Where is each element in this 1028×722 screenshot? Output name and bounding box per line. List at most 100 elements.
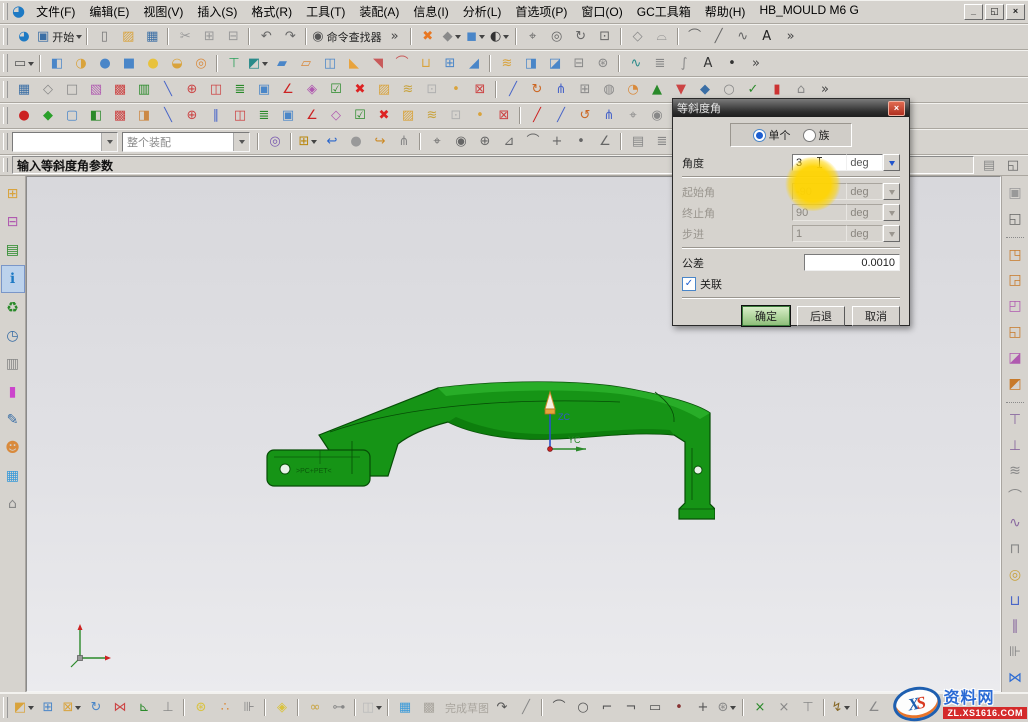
snap-angle-button[interactable]: ⊿ <box>497 131 521 152</box>
circle-button[interactable]: ○ <box>717 79 741 100</box>
menu-preferences[interactable]: 首选项(P) <box>508 1 574 22</box>
list-button[interactable]: ≣ <box>252 105 276 126</box>
menu-help[interactable]: 帮助(H) <box>698 1 753 22</box>
bounded-button[interactable]: ▣ <box>252 79 276 100</box>
visualization-tab[interactable]: ▮ <box>2 379 24 405</box>
snap-plus-button[interactable]: + <box>545 131 569 152</box>
snap-point-button[interactable]: • <box>569 131 593 152</box>
quick-extend-button[interactable]: × <box>772 697 796 718</box>
home-button[interactable]: ⌂ <box>789 79 813 100</box>
studio-spline-button[interactable]: ↷ <box>490 697 514 718</box>
angle-input[interactable]: 3 <box>792 154 847 171</box>
perpendicular-button[interactable]: ⊥ <box>156 697 180 718</box>
wave-geometry-button[interactable]: ⊶ <box>327 697 351 718</box>
chamfer-button[interactable]: ◥ <box>366 53 390 74</box>
copy-button[interactable]: ⊞ <box>197 26 221 47</box>
runner-button[interactable]: ∿ <box>1004 511 1026 535</box>
undo-analysis-button[interactable]: ↺ <box>573 105 597 126</box>
mold-insert-button[interactable]: ◳ <box>1004 243 1026 267</box>
wave-diamond-button[interactable]: ◈ <box>270 697 294 718</box>
grid-button[interactable]: ⊞ <box>573 79 597 100</box>
measure-button[interactable]: ◆ <box>36 105 60 126</box>
mini-cube-button[interactable]: ◫ <box>360 697 384 718</box>
stamp-button[interactable]: ⊡ <box>420 79 444 100</box>
start-button[interactable]: ▣开始 <box>36 26 83 47</box>
menu-assemblies[interactable]: 装配(A) <box>352 1 406 22</box>
mold-slide-button[interactable]: ◪ <box>1004 346 1026 370</box>
snap-glasses-button[interactable]: ◎ <box>263 131 287 152</box>
poly-button[interactable]: ◇ <box>324 105 348 126</box>
menu-view[interactable]: 视图(V) <box>136 1 190 22</box>
snap-midpoint-button[interactable]: ⌖ <box>425 131 449 152</box>
quick-trim-button[interactable]: × <box>748 697 772 718</box>
wave-link-button[interactable]: ∿ <box>624 53 648 74</box>
sketch-point-button[interactable]: • <box>667 697 691 718</box>
boxed-button[interactable]: ▣ <box>276 105 300 126</box>
menu-file[interactable]: 文件(F) <box>29 1 82 22</box>
folder-button[interactable]: ▨ <box>396 105 420 126</box>
exploded-view-button[interactable]: ⊛ <box>189 697 213 718</box>
sphere-button[interactable]: ● <box>141 53 165 74</box>
menu-format[interactable]: 格式(R) <box>244 1 299 22</box>
menu-information[interactable]: 信息(I) <box>406 1 455 22</box>
paste-button[interactable]: ⊟ <box>221 26 245 47</box>
gallery-tab[interactable]: ▦ <box>2 463 24 489</box>
draft-button[interactable]: ◢ <box>462 53 486 74</box>
restore-button[interactable]: ◱ <box>985 4 1004 20</box>
make-corner-button[interactable]: ⊤ <box>796 697 820 718</box>
mold-core-button[interactable]: ◱ <box>1004 320 1026 344</box>
redo-selection-button[interactable]: ↪ <box>368 131 392 152</box>
mesh-surface-button[interactable]: ▧ <box>84 79 108 100</box>
tolerance-input[interactable]: 0.0010 <box>804 254 900 271</box>
command-finder-button[interactable]: ◉命令查找器 <box>311 26 382 47</box>
pattern-button[interactable]: ⊞ <box>438 53 462 74</box>
interpart-link-button[interactable]: ∞ <box>303 697 327 718</box>
history-tab[interactable]: ◷ <box>2 323 24 349</box>
down-button[interactable]: ▼ <box>669 79 693 100</box>
open-button[interactable]: ▨ <box>116 26 140 47</box>
dialog-titlebar[interactable]: 等斜度角 × <box>673 99 909 117</box>
studio-surface-button[interactable]: ◇ <box>36 79 60 100</box>
materials-tab[interactable]: ✎ <box>2 407 24 433</box>
close-icon[interactable]: × <box>888 101 905 116</box>
menu-window[interactable]: 窗口(O) <box>574 1 629 22</box>
angle-button[interactable]: ∠ <box>276 79 300 100</box>
print-button[interactable]: ⊡ <box>444 105 468 126</box>
layers-button[interactable]: ≣ <box>228 79 252 100</box>
checkbox-checked-icon[interactable]: ✓ <box>682 277 696 291</box>
datum-plane-button[interactable]: ⊤ <box>222 53 246 74</box>
menu-edit[interactable]: 编辑(E) <box>82 1 136 22</box>
screw-b-button[interactable]: ⊥ <box>1004 434 1026 458</box>
overflow-chevron[interactable]: » <box>813 79 837 100</box>
extrude-button[interactable]: ◧ <box>45 53 69 74</box>
n-sided-button[interactable]: ◫ <box>204 79 228 100</box>
check-button[interactable]: ✓ <box>741 79 765 100</box>
clean-button[interactable]: ≋ <box>396 79 420 100</box>
spring-button[interactable]: ≋ <box>1004 459 1026 483</box>
palettes-tab[interactable]: ▥ <box>2 351 24 377</box>
mold-pocket-button[interactable]: ◩ <box>1004 372 1026 396</box>
focus-button[interactable]: ◉ <box>645 105 669 126</box>
boolean-button[interactable]: ◩ <box>246 53 270 74</box>
trim-body-button[interactable]: ◪ <box>543 53 567 74</box>
spectrum-button[interactable]: ▮ <box>765 79 789 100</box>
curvature-button[interactable]: ▩ <box>108 105 132 126</box>
snapshot-button[interactable]: ⌓ <box>650 26 674 47</box>
pan-view-button[interactable]: ⌖ <box>521 26 545 47</box>
split-body-button[interactable]: ⊟ <box>567 53 591 74</box>
rail-button[interactable]: ⊪ <box>1004 640 1026 664</box>
cleanup-button[interactable]: ≋ <box>420 105 444 126</box>
add-component-button[interactable]: ⊠ <box>60 697 84 718</box>
templates-tab[interactable]: ⌂ <box>2 491 24 517</box>
bounded-plane-button[interactable]: □ <box>60 79 84 100</box>
back-button[interactable]: 后退 <box>797 306 845 326</box>
sketch-rectangle-button[interactable]: ▭ <box>643 697 667 718</box>
validate-button[interactable]: ☑ <box>348 105 372 126</box>
sketch-fillet-button[interactable]: ⌐ <box>595 697 619 718</box>
frame-button[interactable]: ⊠ <box>492 105 516 126</box>
menu-analysis[interactable]: 分析(L) <box>456 1 509 22</box>
revolve-button[interactable]: ◑ <box>69 53 93 74</box>
sew-button[interactable]: ≋ <box>495 53 519 74</box>
tree-button[interactable]: ⋔ <box>597 105 621 126</box>
library-button[interactable]: ▨ <box>372 79 396 100</box>
